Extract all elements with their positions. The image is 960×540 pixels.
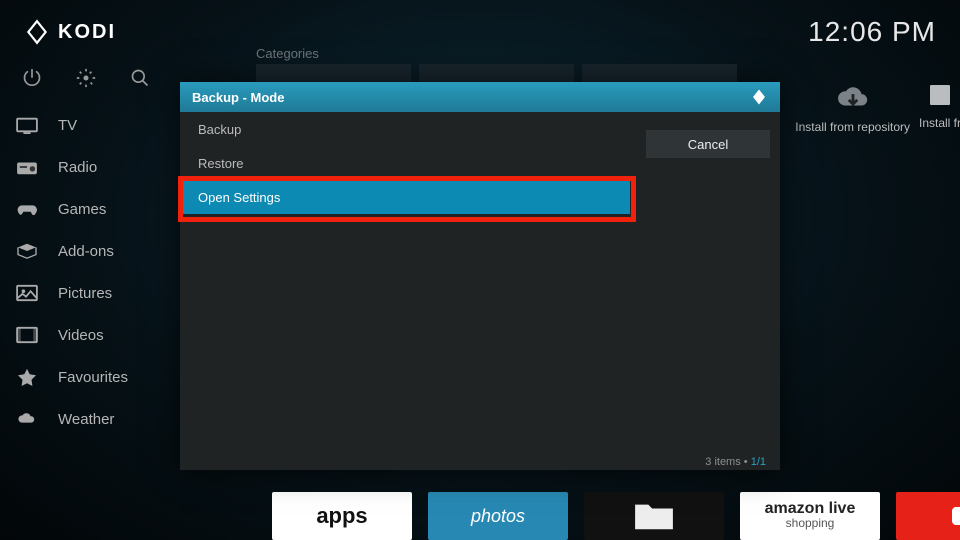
dialog-item-backup[interactable]: Backup <box>180 112 630 146</box>
background-tiles-top <box>256 64 737 82</box>
dialog-item-label: Open Settings <box>198 190 280 205</box>
footer-page: 1/1 <box>751 456 766 468</box>
dialog-header: Backup - Mode <box>180 82 780 112</box>
sidebar-item-label: Games <box>58 201 106 218</box>
sidebar-tools <box>0 60 190 104</box>
sidebar-item-label: Favourites <box>58 369 128 386</box>
sidebar-menu: TV Radio Games Add-ons Pictures Videos F… <box>0 104 190 440</box>
app-logo: KODI <box>24 19 116 45</box>
sidebar-item-label: Weather <box>58 411 114 428</box>
tile-photos[interactable]: photos <box>428 492 568 540</box>
tile-label: apps <box>316 503 367 529</box>
sidebar-item-pictures[interactable]: Pictures <box>0 272 190 314</box>
sidebar-item-videos[interactable]: Videos <box>0 314 190 356</box>
sidebar-item-weather[interactable]: Weather <box>0 398 190 440</box>
clock: 12:06 PM <box>808 16 936 48</box>
cancel-label: Cancel <box>688 137 728 152</box>
sidebar-item-radio[interactable]: Radio <box>0 146 190 188</box>
star-icon <box>16 368 38 386</box>
dialog-item-restore[interactable]: Restore <box>180 146 630 180</box>
search-icon[interactable] <box>130 68 150 88</box>
categories-label: Categories <box>256 46 319 61</box>
weather-icon <box>16 410 38 428</box>
sidebar-item-addons[interactable]: Add-ons <box>0 230 190 272</box>
footer-count: 3 items <box>705 456 740 468</box>
tile-apps[interactable]: apps <box>272 492 412 540</box>
dialog-footer: 3 items • 1/1 <box>705 456 766 468</box>
app-name: KODI <box>58 21 116 44</box>
sidebar-item-label: TV <box>58 117 77 134</box>
folder-icon <box>630 499 678 533</box>
install-from-repository-tile[interactable]: Install from repository <box>795 80 910 134</box>
settings-icon[interactable] <box>76 68 96 88</box>
dialog-item-label: Restore <box>198 156 244 171</box>
sidebar: TV Radio Games Add-ons Pictures Videos F… <box>0 60 190 440</box>
sidebar-item-label: Videos <box>58 327 104 344</box>
radio-icon <box>16 158 38 176</box>
kodi-small-icon <box>750 88 768 106</box>
tile-label: photos <box>471 506 525 527</box>
games-icon <box>16 200 38 218</box>
package-icon <box>925 80 955 110</box>
sidebar-item-label: Add-ons <box>58 243 114 260</box>
sidebar-item-favourites[interactable]: Favourites <box>0 356 190 398</box>
tile-label: Install from repository <box>795 120 910 134</box>
tile-sublabel: shopping <box>786 516 835 530</box>
tile-folder[interactable] <box>584 492 724 540</box>
dialog-item-label: Backup <box>198 122 241 137</box>
power-icon[interactable] <box>22 68 42 88</box>
cancel-button[interactable]: Cancel <box>646 130 770 158</box>
tv-icon <box>16 116 38 134</box>
tile-label: Install fr <box>919 116 960 130</box>
top-bar: KODI 12:06 PM <box>0 0 960 64</box>
pictures-icon <box>16 284 38 302</box>
cloud-download-icon <box>836 80 870 114</box>
backup-mode-dialog: Backup - Mode Backup Restore Open Settin… <box>180 82 780 470</box>
videos-icon <box>16 326 38 344</box>
dialog-item-open-settings[interactable]: Open Settings <box>180 180 630 214</box>
install-from-tile-partial[interactable]: Install fr <box>910 80 960 130</box>
dialog-list: Backup Restore Open Settings <box>180 112 630 214</box>
dialog-right-panel: Cancel <box>646 130 770 158</box>
sidebar-item-games[interactable]: Games <box>0 188 190 230</box>
bottom-tiles: apps photos amazon live shopping <box>272 492 960 540</box>
play-icon <box>952 507 960 525</box>
sidebar-item-tv[interactable]: TV <box>0 104 190 146</box>
sidebar-item-label: Pictures <box>58 285 112 302</box>
tile-label: amazon live <box>765 502 856 516</box>
tile-youtube[interactable] <box>896 492 960 540</box>
tile-amazon-live[interactable]: amazon live shopping <box>740 492 880 540</box>
kodi-logo-icon <box>24 19 50 45</box>
addons-icon <box>16 242 38 260</box>
sidebar-item-label: Radio <box>58 159 97 176</box>
dialog-title: Backup - Mode <box>192 90 284 105</box>
dialog-body: Backup Restore Open Settings Cancel <box>180 112 780 452</box>
